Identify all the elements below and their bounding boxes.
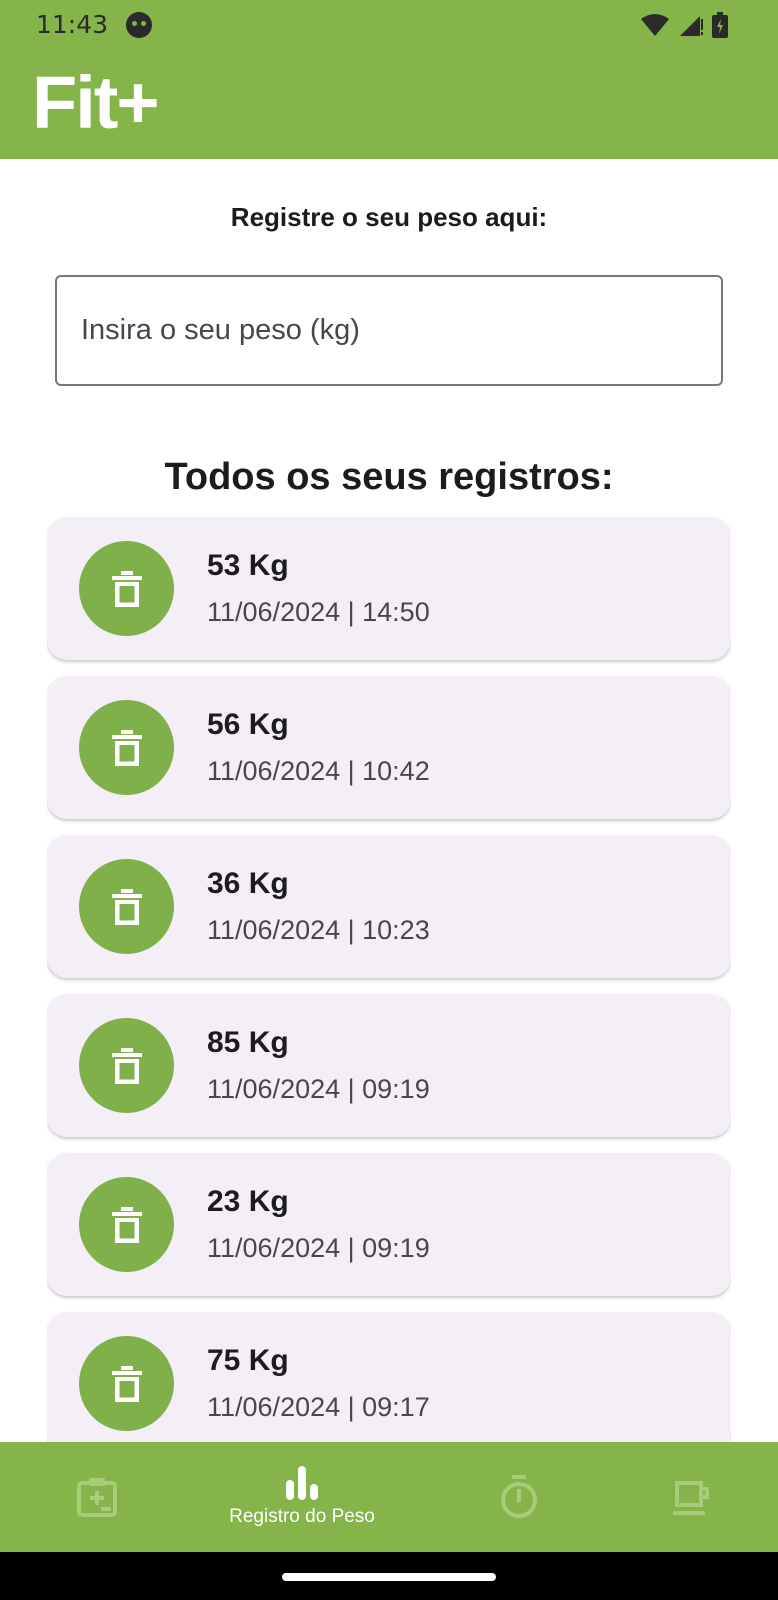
cup-icon	[673, 1481, 709, 1515]
record-weight: 85 Kg	[207, 1026, 289, 1059]
trash-icon	[111, 729, 142, 766]
app-title: Fit+	[32, 61, 160, 144]
weight-input-field[interactable]	[55, 275, 723, 386]
record-weight: 53 Kg	[207, 549, 289, 582]
timer-icon	[501, 1475, 537, 1518]
records-title: Todos os seus registros:	[164, 456, 614, 498]
nav-label-weight-log: Registro do Peso	[229, 1506, 375, 1527]
record-datetime: 11/06/2024 | 10:42	[207, 756, 430, 786]
records-list[interactable]: 53 Kg 11/06/2024 | 14:50 56 Kg 11/06/202…	[47, 517, 731, 1442]
trash-icon	[111, 1047, 142, 1084]
weight-form-label: Registre o seu peso aqui:	[230, 202, 548, 232]
delete-record-button[interactable]	[79, 541, 174, 636]
trash-icon	[111, 570, 142, 607]
home-gesture-handle[interactable]	[282, 1573, 496, 1581]
delete-record-button[interactable]	[79, 700, 174, 795]
delete-record-button[interactable]	[79, 859, 174, 954]
record-weight: 56 Kg	[207, 708, 289, 741]
delete-record-button[interactable]	[79, 1018, 174, 1113]
bar-chart-icon	[286, 1466, 318, 1500]
status-icons	[640, 12, 728, 38]
nav-item-health[interactable]	[0, 1442, 194, 1552]
trash-icon	[111, 888, 142, 925]
record-weight: 75 Kg	[207, 1344, 289, 1377]
bottom-navigation: Registro do Peso	[0, 1442, 778, 1552]
trash-icon	[111, 1365, 142, 1402]
wifi-icon	[641, 14, 669, 36]
record-datetime: 11/06/2024 | 09:17	[207, 1392, 430, 1422]
weight-input[interactable]	[57, 277, 721, 384]
signal-icon	[680, 16, 703, 36]
nav-item-timer[interactable]	[422, 1442, 616, 1552]
battery-icon	[712, 12, 728, 38]
medical-clipboard-icon	[77, 1478, 117, 1517]
status-time: 11:43	[36, 10, 109, 39]
nav-item-nutrition[interactable]	[594, 1442, 778, 1552]
record-card: 36 Kg 11/06/2024 | 10:23	[47, 835, 731, 978]
record-datetime: 11/06/2024 | 10:23	[207, 915, 430, 945]
record-card: 75 Kg 11/06/2024 | 09:17	[47, 1312, 731, 1442]
record-datetime: 11/06/2024 | 14:50	[207, 597, 430, 627]
app-notification-icon	[126, 12, 152, 38]
status-bar: 11:43	[0, 0, 778, 48]
record-card: 53 Kg 11/06/2024 | 14:50	[47, 517, 731, 660]
record-datetime: 11/06/2024 | 09:19	[207, 1233, 430, 1263]
delete-record-button[interactable]	[79, 1336, 174, 1431]
nav-item-weight-log[interactable]: Registro do Peso	[205, 1442, 399, 1552]
record-card: 85 Kg 11/06/2024 | 09:19	[47, 994, 731, 1137]
record-weight: 23 Kg	[207, 1185, 289, 1218]
system-navigation-bar	[0, 1552, 778, 1600]
record-card: 23 Kg 11/06/2024 | 09:19	[47, 1153, 731, 1296]
delete-record-button[interactable]	[79, 1177, 174, 1272]
app-bar: Fit+	[0, 48, 778, 159]
record-weight: 36 Kg	[207, 867, 289, 900]
record-card: 56 Kg 11/06/2024 | 10:42	[47, 676, 731, 819]
record-datetime: 11/06/2024 | 09:19	[207, 1074, 430, 1104]
trash-icon	[111, 1206, 142, 1243]
